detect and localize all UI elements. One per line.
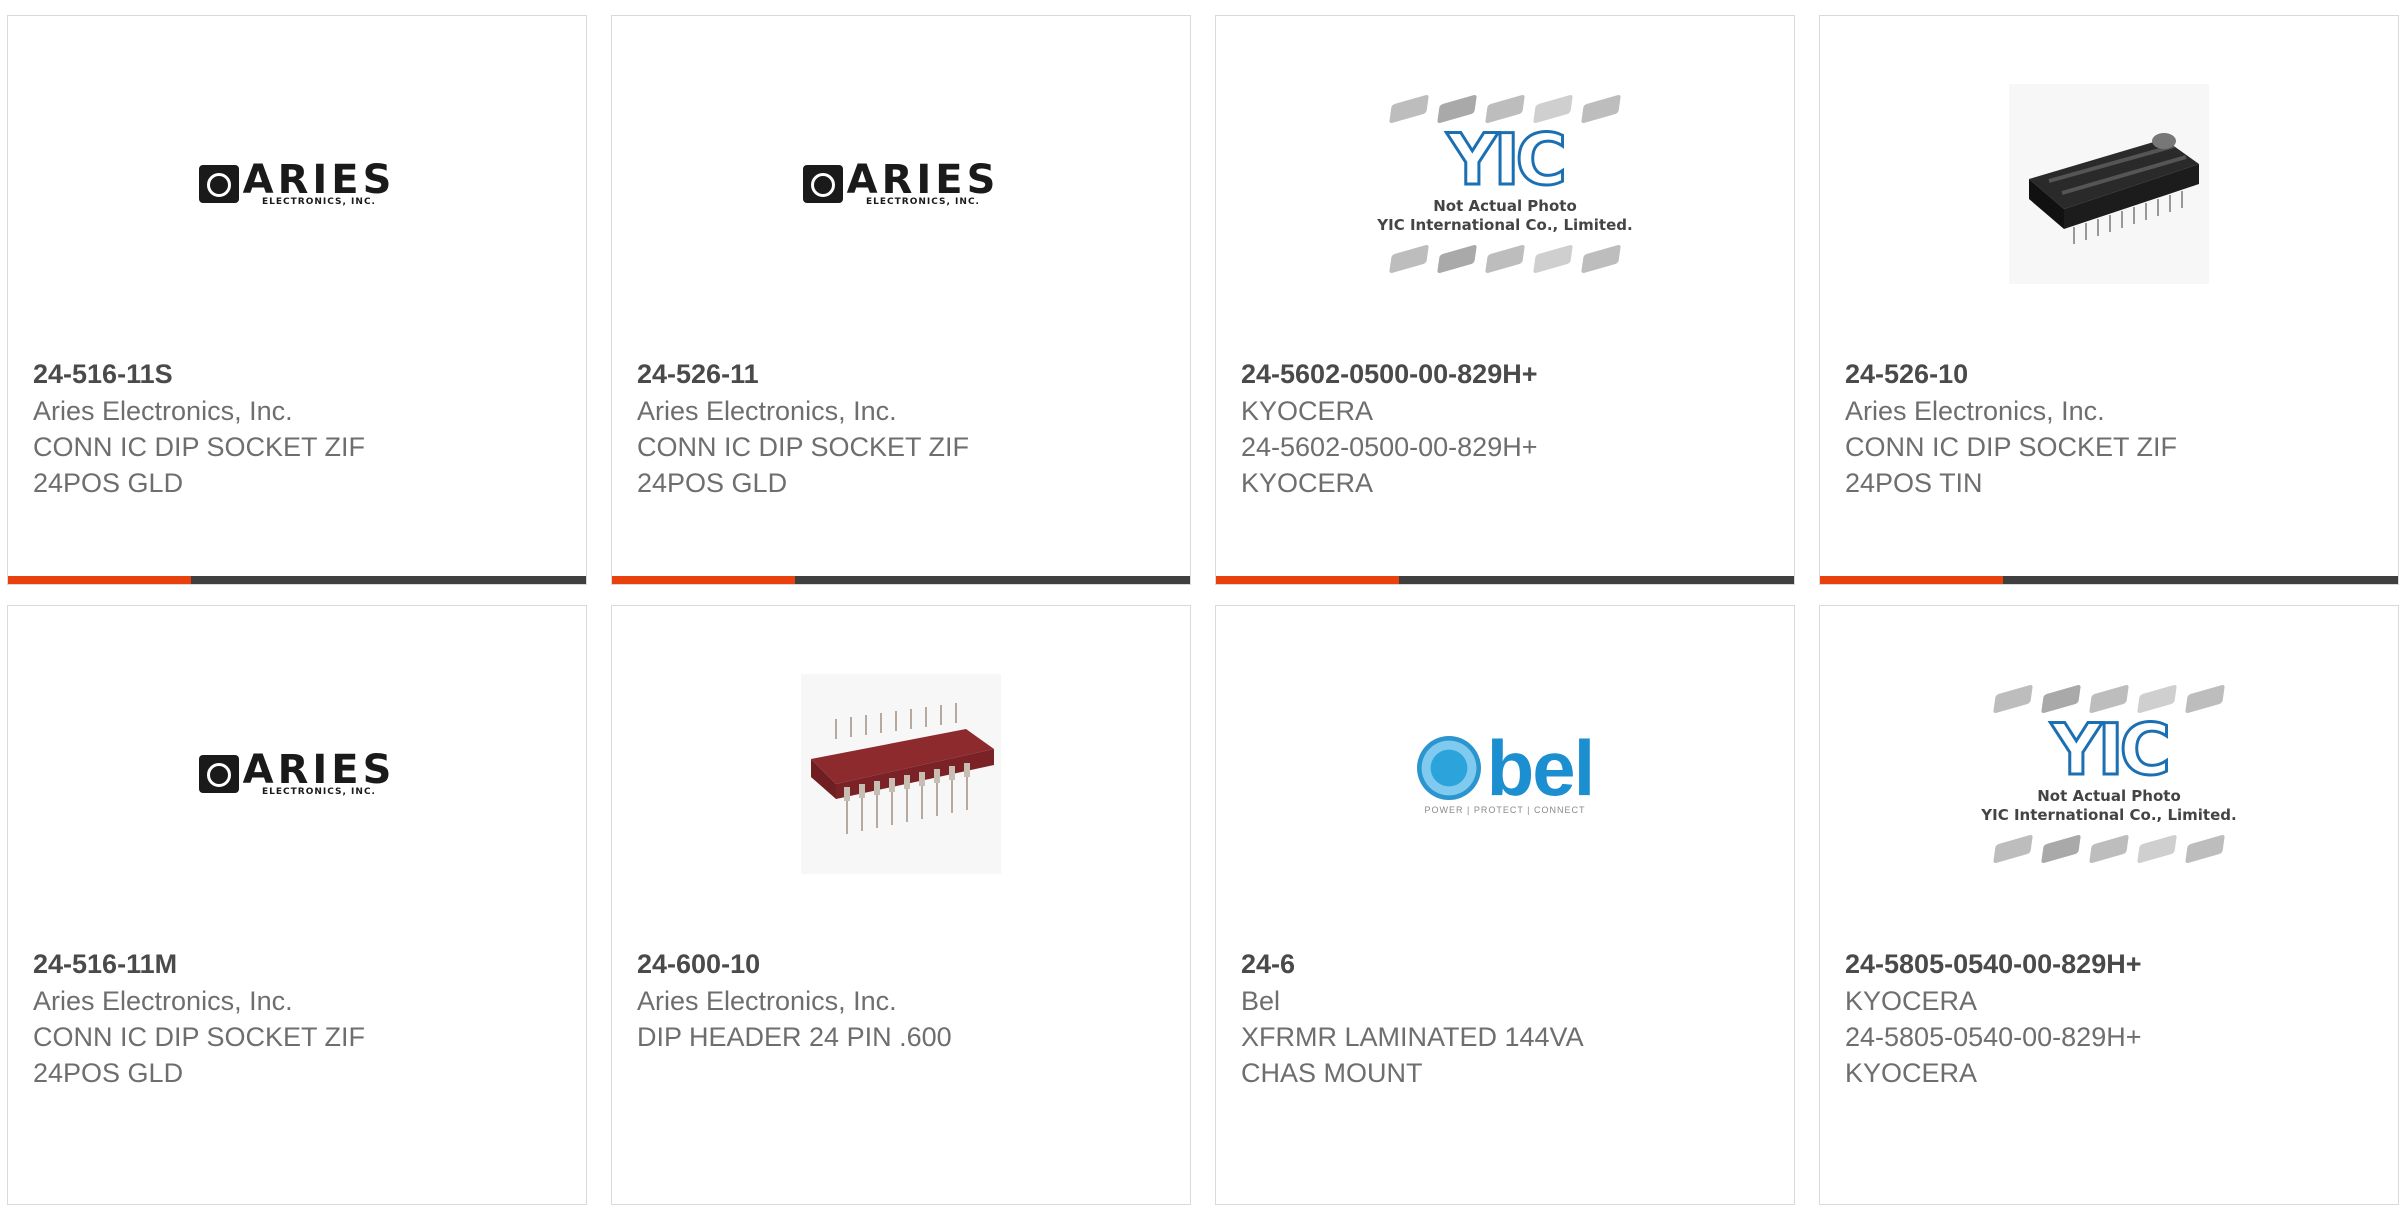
dip-socket-photo-icon (2009, 83, 2209, 284)
product-image[interactable]: ARIES ELECTRONICS, INC. (612, 16, 1190, 351)
manufacturer-label: Bel (1241, 986, 1281, 1016)
manufacturer-label: Aries Electronics, Inc. (637, 396, 897, 426)
product-card[interactable]: ARIES ELECTRONICS, INC. 24-516-11M Aries … (7, 605, 587, 1205)
description-label: 24-5602-0500-00-829H+ KYOCERA (1241, 432, 1538, 498)
description-label: CONN IC DIP SOCKET ZIF 24POS GLD (33, 432, 366, 498)
manufacturer-label: KYOCERA (1241, 396, 1374, 426)
aries-logo-icon: ARIES ELECTRONICS, INC. (198, 750, 396, 797)
description-label: CONN IC DIP SOCKET ZIF 24POS TIN (1845, 432, 2178, 498)
product-card[interactable]: bel POWER | PROTECT | CONNECT 24-6 Bel X… (1215, 605, 1795, 1205)
product-image[interactable]: ARIES ELECTRONICS, INC. (8, 16, 586, 351)
description-label: CONN IC DIP SOCKET ZIF 24POS GLD (637, 432, 970, 498)
card-bottom-bar (1216, 576, 1794, 584)
product-image[interactable]: bel POWER | PROTECT | CONNECT (1216, 606, 1794, 941)
aries-logo-icon: ARIES ELECTRONICS, INC. (802, 160, 1000, 207)
part-number-link[interactable]: 24-6 (1241, 946, 1774, 982)
product-card[interactable]: 24-526-10 Aries Electronics, Inc. CONN I… (1819, 15, 2399, 585)
card-bottom-bar (612, 576, 1190, 584)
description-label: XFRMR LAMINATED 144VA CHAS MOUNT (1241, 1022, 1584, 1088)
part-number-link[interactable]: 24-5602-0500-00-829H+ (1241, 356, 1774, 392)
product-image[interactable]: YIC Not Actual Photo YIC International C… (1820, 606, 2398, 941)
manufacturer-label: Aries Electronics, Inc. (33, 986, 293, 1016)
product-card[interactable]: YIC Not Actual Photo YIC International C… (1215, 15, 1795, 585)
manufacturer-label: KYOCERA (1845, 986, 1978, 1016)
card-bottom-bar (8, 576, 586, 584)
part-number-link[interactable]: 24-516-11M (33, 946, 566, 982)
product-image[interactable] (612, 606, 1190, 941)
part-number-link[interactable]: 24-5805-0540-00-829H+ (1845, 946, 2378, 982)
part-number-link[interactable]: 24-526-10 (1845, 356, 2378, 392)
part-number-link[interactable]: 24-526-11 (637, 356, 1170, 392)
dip-header-photo-icon (801, 673, 1001, 874)
card-bottom-bar (1820, 576, 2398, 584)
manufacturer-label: Aries Electronics, Inc. (1845, 396, 2105, 426)
product-image[interactable]: ARIES ELECTRONICS, INC. (8, 606, 586, 941)
product-card[interactable]: YIC Not Actual Photo YIC International C… (1819, 605, 2399, 1205)
description-label: CONN IC DIP SOCKET ZIF 24POS GLD (33, 1022, 366, 1088)
product-image[interactable] (1820, 16, 2398, 351)
product-card[interactable]: ARIES ELECTRONICS, INC. 24-516-11S Aries … (7, 15, 587, 585)
product-card[interactable]: ARIES ELECTRONICS, INC. 24-526-11 Aries E… (611, 15, 1191, 585)
part-number-link[interactable]: 24-516-11S (33, 356, 566, 392)
manufacturer-label: Aries Electronics, Inc. (33, 396, 293, 426)
yic-placeholder-icon: YIC Not Actual Photo YIC International C… (1981, 683, 2237, 864)
description-label: 24-5805-0540-00-829H+ KYOCERA (1845, 1022, 2142, 1088)
bel-logo-icon: bel POWER | PROTECT | CONNECT (1416, 729, 1595, 815)
part-number-link[interactable]: 24-600-10 (637, 946, 1170, 982)
manufacturer-label: Aries Electronics, Inc. (637, 986, 897, 1016)
product-image[interactable]: YIC Not Actual Photo YIC International C… (1216, 16, 1794, 351)
aries-logo-icon: ARIES ELECTRONICS, INC. (198, 160, 396, 207)
product-card[interactable]: 24-600-10 Aries Electronics, Inc. DIP HE… (611, 605, 1191, 1205)
description-label: DIP HEADER 24 PIN .600 (637, 1022, 952, 1052)
yic-placeholder-icon: YIC Not Actual Photo YIC International C… (1377, 93, 1633, 274)
